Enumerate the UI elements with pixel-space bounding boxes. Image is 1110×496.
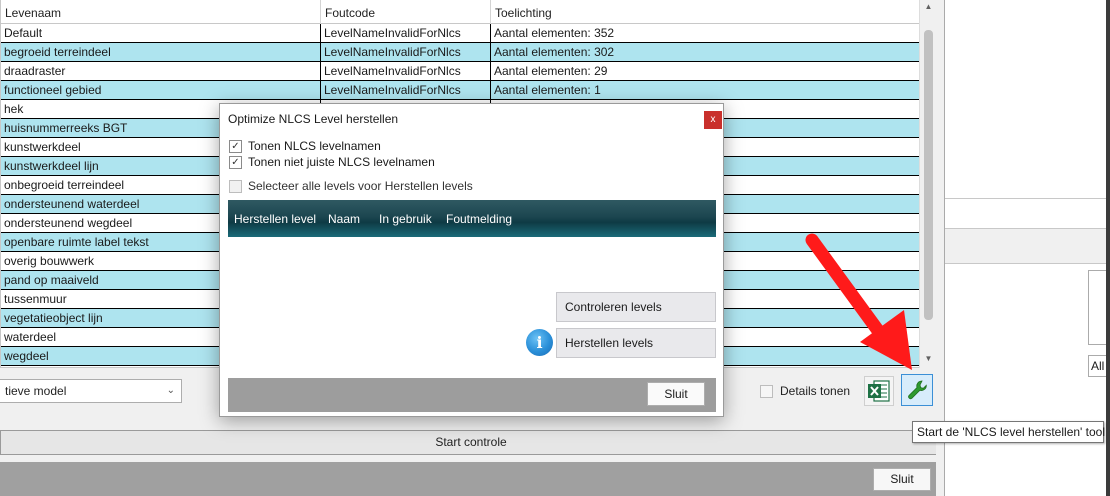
red-arrow-annotation bbox=[805, 233, 912, 370]
table-row[interactable]: functioneel gebied LevelNameInvalidForNlc… bbox=[1, 81, 919, 100]
cell-toelichting: Aantal elementen: 29 bbox=[494, 64, 608, 78]
cell-toelichting: Aantal elementen: 352 bbox=[494, 26, 615, 40]
controleren-levels-button[interactable]: Controleren levels bbox=[556, 292, 716, 322]
herstellen-levels-button[interactable]: Herstellen levels bbox=[556, 328, 716, 358]
export-excel-button[interactable] bbox=[864, 376, 894, 406]
start-controle-button[interactable]: Start controle bbox=[0, 430, 942, 455]
cell-foutcode: LevelNameInvalidForNlcs bbox=[321, 81, 491, 99]
dialog-grid-header: Herstellen level Naam In gebruik Foutmel… bbox=[228, 200, 716, 237]
wrench-icon bbox=[908, 380, 927, 400]
panel-divider bbox=[945, 198, 1110, 199]
nlcs-level-herstellen-button[interactable] bbox=[901, 374, 933, 406]
tonen-nlcs-levelnamen-checkbox[interactable]: ✓ bbox=[229, 140, 242, 153]
scroll-thumb[interactable] bbox=[924, 30, 933, 320]
dialog-title: Optimize NLCS Level herstellen bbox=[228, 112, 399, 126]
cell-levenaam: begroeid terreindeel bbox=[1, 43, 321, 61]
tonen-niet-juiste-checkbox[interactable]: ✓ bbox=[229, 156, 242, 169]
tonen-nlcs-levelnamen-label: Tonen NLCS levelnamen bbox=[248, 139, 381, 153]
cell-levenaam: draadraster bbox=[1, 62, 321, 80]
dialog-footer bbox=[228, 378, 716, 412]
chevron-down-icon: ⌄ bbox=[166, 385, 175, 396]
grid-vertical-scrollbar[interactable]: ▲ ▼ bbox=[919, 0, 936, 368]
model-dropdown-value: tieve model bbox=[5, 384, 67, 398]
cell-foutcode: LevelNameInvalidForNlcs bbox=[321, 24, 491, 42]
cell-foutcode: LevelNameInvalidForNlcs bbox=[321, 62, 491, 80]
dialog-sluit-button[interactable]: Sluit bbox=[647, 382, 705, 406]
table-row[interactable]: draadraster LevelNameInvalidForNlcs Aantal… bbox=[1, 62, 919, 81]
tonen-niet-juiste-label: Tonen niet juiste NLCS levelnamen bbox=[248, 155, 435, 169]
info-icon: i bbox=[526, 329, 553, 356]
details-tonen-label: Details tonen bbox=[780, 384, 851, 398]
details-tonen-checkbox[interactable] bbox=[760, 385, 773, 398]
grid-header: Levenaam Foutcode Toelichting bbox=[1, 0, 919, 24]
cell-toelichting: Aantal elementen: 302 bbox=[494, 45, 615, 59]
selecteer-alle-levels-label: Selecteer alle levels voor Herstellen le… bbox=[248, 179, 473, 193]
main-sluit-button[interactable]: Sluit bbox=[873, 468, 931, 491]
panel-band bbox=[945, 228, 1110, 264]
scroll-down-arrow-icon[interactable]: ▼ bbox=[920, 352, 937, 366]
cell-toelichting: Aantal elementen: 1 bbox=[494, 83, 601, 97]
table-row[interactable]: begroeid terreindeel LevelNameInvalidForN… bbox=[1, 43, 919, 62]
column-header-naam[interactable]: Naam bbox=[328, 212, 360, 226]
table-row[interactable]: Default LevelNameInvalidForNlcs Aantal ele… bbox=[1, 24, 919, 43]
excel-icon bbox=[868, 380, 890, 402]
column-header-foutmelding[interactable]: Foutmelding bbox=[446, 212, 512, 226]
column-header-levenaam[interactable]: Levenaam bbox=[1, 0, 321, 24]
cell-levenaam: functioneel gebied bbox=[1, 81, 321, 99]
close-icon[interactable]: x bbox=[704, 111, 722, 129]
column-header-foutcode[interactable]: Foutcode bbox=[321, 0, 491, 24]
wrench-tooltip: Start de 'NLCS level herstellen' tool bbox=[912, 421, 1105, 443]
column-header-toelichting[interactable]: Toelichting bbox=[491, 0, 919, 24]
scroll-up-arrow-icon[interactable]: ▲ bbox=[920, 0, 937, 14]
cell-levenaam: Default bbox=[1, 24, 321, 42]
screen-edge bbox=[1106, 0, 1110, 496]
cell-foutcode: LevelNameInvalidForNlcs bbox=[321, 43, 491, 61]
column-header-herstellen-level[interactable]: Herstellen level bbox=[234, 212, 316, 226]
selecteer-alle-levels-checkbox[interactable] bbox=[229, 180, 242, 193]
main-footer bbox=[0, 462, 944, 496]
model-dropdown[interactable]: tieve model ⌄ bbox=[0, 379, 182, 403]
column-header-in-gebruik[interactable]: In gebruik bbox=[379, 212, 432, 226]
optimize-nlcs-dialog: Optimize NLCS Level herstellen x ✓ Tonen… bbox=[219, 103, 724, 417]
